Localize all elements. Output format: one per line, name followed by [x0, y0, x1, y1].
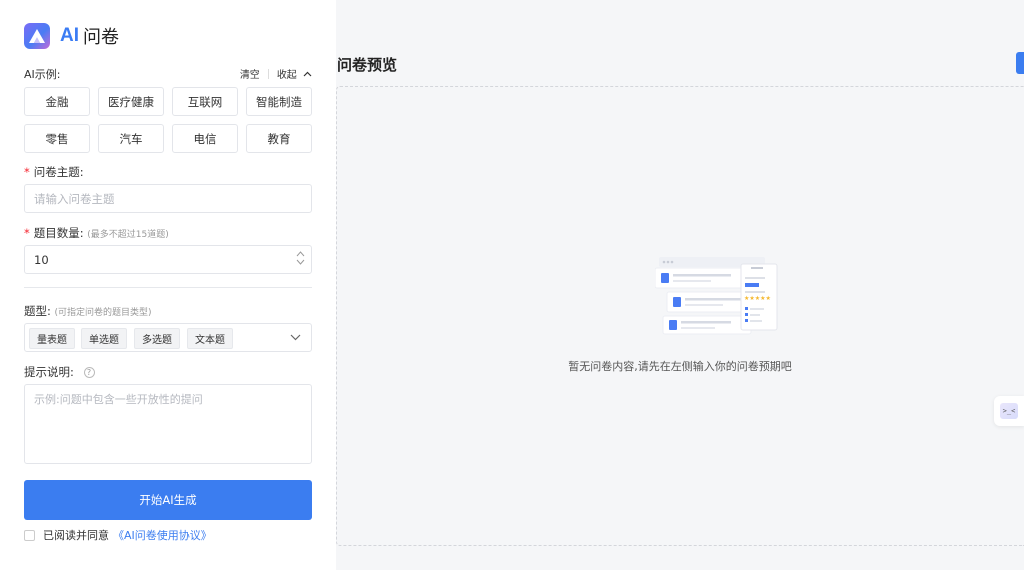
type-tag[interactable]: 量表题	[29, 328, 75, 349]
count-label-text: 题目数量:	[33, 226, 84, 240]
stepper-controls	[296, 250, 305, 266]
category-button[interactable]: 教育	[246, 124, 312, 153]
agreement-row: 已阅读并同意 《AI问卷使用协议》	[24, 527, 212, 543]
collapse-label: 收起	[276, 70, 297, 81]
topic-label: * 问卷主题:	[24, 164, 84, 180]
section-divider	[24, 287, 312, 288]
preview-edge-button[interactable]	[1016, 52, 1024, 74]
prompt-placeholder: 示例:问题中包含一些开放性的提问	[34, 393, 203, 406]
divider	[267, 68, 269, 79]
count-value: 10	[34, 252, 49, 267]
topic-placeholder: 请输入问卷主题	[34, 191, 115, 206]
types-label: 题型: (可指定问卷的题目类型)	[24, 303, 152, 319]
decrement-icon[interactable]	[296, 258, 305, 266]
chevron-down-icon	[290, 334, 301, 341]
question-circle-icon[interactable]: ?	[83, 367, 95, 378]
topic-input[interactable]: 请输入问卷主题	[24, 184, 312, 213]
type-tag[interactable]: 单选题	[81, 328, 127, 349]
brand: AI 问卷	[24, 23, 119, 49]
clear-button[interactable]: 清空	[240, 66, 260, 81]
question-count-stepper[interactable]: 10	[24, 245, 312, 274]
category-button[interactable]: 汽车	[98, 124, 164, 153]
required-mark: *	[24, 226, 30, 240]
chevron-up-icon	[303, 71, 312, 77]
count-label: * 题目数量: (最多不超过15道题)	[24, 225, 169, 241]
examples-label: AI示例:	[24, 68, 61, 81]
types-hint: (可指定问卷的题目类型)	[54, 308, 152, 318]
category-button[interactable]: 医疗健康	[98, 87, 164, 116]
types-label-text: 题型:	[24, 304, 51, 318]
collapse-button[interactable]: 收起	[277, 66, 312, 81]
category-button[interactable]: 电信	[172, 124, 238, 153]
preview-title: 问卷预览	[337, 56, 398, 74]
count-hint: (最多不超过15道题)	[87, 230, 169, 240]
brand-name: 问卷	[83, 27, 119, 48]
example-categories: 金融 医疗健康 互联网 智能制造 零售 汽车 电信 教育	[24, 87, 312, 153]
prompt-label-text: 提示说明:	[24, 365, 74, 379]
logo-icon	[24, 23, 50, 49]
empty-state-text: 暂无问卷内容,请先在左侧输入你的问卷预期吧	[568, 360, 792, 373]
type-tag[interactable]: 文本题	[187, 328, 233, 349]
start-generate-button[interactable]: 开始AI生成	[24, 480, 312, 520]
question-type-select[interactable]: 量表题 单选题 多选题 文本题	[24, 323, 312, 352]
required-mark: *	[24, 165, 30, 179]
left-panel: AI 问卷 AI示例: 清空 收起 金融 医疗健康 互联网 智能制造 零售 汽车…	[0, 0, 336, 570]
assistant-face-icon: >_<	[1000, 403, 1018, 419]
category-button[interactable]: 零售	[24, 124, 90, 153]
type-tag[interactable]: 多选题	[134, 328, 180, 349]
empty-survey-illustration: ★★★★★	[655, 257, 778, 335]
prompt-textarea[interactable]: 示例:问题中包含一些开放性的提问	[24, 384, 312, 464]
assistant-float-button[interactable]: >_<	[994, 396, 1024, 426]
increment-icon[interactable]	[296, 250, 305, 258]
examples-actions: 清空 收起	[240, 66, 312, 81]
category-button[interactable]: 智能制造	[246, 87, 312, 116]
category-button[interactable]: 金融	[24, 87, 90, 116]
category-button[interactable]: 互联网	[172, 87, 238, 116]
prompt-label: 提示说明: ?	[24, 364, 95, 380]
agreement-checkbox[interactable]	[24, 529, 35, 541]
agreement-link[interactable]: 《AI问卷使用协议》	[113, 527, 212, 543]
brand-ai: AI	[60, 25, 79, 46]
agreement-text: 已阅读并同意	[43, 529, 109, 542]
topic-label-text: 问卷主题:	[33, 165, 84, 179]
svg-text:★★★★★: ★★★★★	[744, 295, 771, 302]
